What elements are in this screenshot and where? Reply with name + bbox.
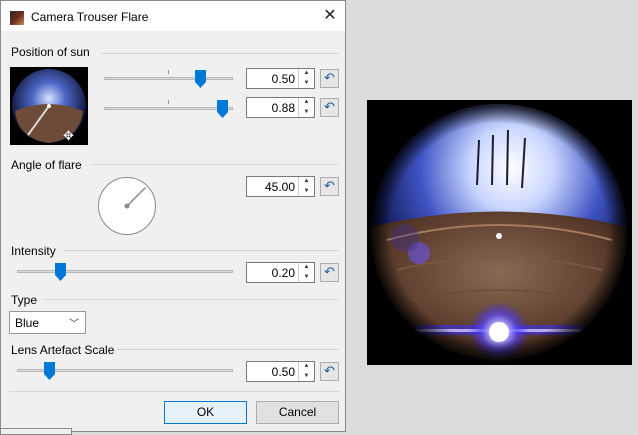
angle-reset-button[interactable]: ↶ [320,177,339,196]
sun-x-slider-thumb[interactable] [195,70,207,88]
angle-spinbox[interactable]: 45.00 ▲ ▼ [246,176,315,197]
separator [91,164,339,165]
chevron-down-icon[interactable]: ▼ [299,187,314,196]
spin-arrows: ▲ ▼ [298,69,314,88]
intensity-spinbox[interactable]: 0.20 ▲ ▼ [246,262,315,283]
lens-artefact-scale-spinbox[interactable]: 0.50 ▲ ▼ [246,361,315,382]
ok-button[interactable]: OK [164,401,247,424]
section-label-intensity: Intensity [11,244,56,258]
lens-artefact-scale-reset-button[interactable]: ↶ [320,362,339,381]
separator [117,349,339,350]
reset-icon: ↶ [324,70,335,85]
window-title: Camera Trouser Flare [31,10,149,24]
chevron-down-icon[interactable]: ▼ [299,372,314,381]
dialog-window: Camera Trouser Flare ✕ Position of sun ✥… [0,0,346,432]
slider-tick [168,70,169,74]
reset-icon: ↶ [324,178,335,193]
sun-y-spinbox[interactable]: 0.88 ▲ ▼ [246,97,315,118]
angle-dial-needle [126,187,146,207]
title-bar[interactable]: Camera Trouser Flare ✕ [1,1,345,31]
fisheye-flare-image [371,104,627,362]
cancel-button[interactable]: Cancel [256,401,339,424]
reset-icon: ↶ [324,264,335,279]
angle-dial[interactable] [98,177,156,235]
chevron-up-icon[interactable]: ▲ [299,69,314,78]
angle-value[interactable]: 45.00 [265,180,295,194]
intensity-reset-button[interactable]: ↶ [320,263,339,282]
spin-arrows: ▲ ▼ [298,263,314,282]
background-window-edge [0,428,72,435]
sun-y-slider-thumb[interactable] [217,100,229,118]
lens-artefact-scale-value[interactable]: 0.50 [272,365,295,379]
sun-y-reset-button[interactable]: ↶ [320,98,339,117]
separator [63,250,339,251]
section-label-type: Type [11,293,38,307]
spin-arrows: ▲ ▼ [298,177,314,196]
move-cursor-icon: ✥ [63,128,74,143]
intensity-slider-track[interactable] [17,270,233,273]
type-selected-value: Blue [15,316,40,330]
chevron-down-icon[interactable]: ▼ [299,108,314,117]
spin-arrows: ▲ ▼ [298,98,314,117]
chevron-up-icon[interactable]: ▲ [299,263,314,272]
section-label-angle-of-flare: Angle of flare [11,158,82,172]
chevron-up-icon[interactable]: ▲ [299,362,314,371]
reset-icon: ↶ [324,363,335,378]
spin-arrows: ▲ ▼ [298,362,314,381]
reset-icon: ↶ [324,99,335,114]
close-button[interactable]: ✕ [319,7,341,27]
chevron-up-icon[interactable]: ▲ [299,98,314,107]
close-icon: ✕ [323,7,337,24]
intensity-slider-thumb[interactable] [54,263,66,281]
chevron-down-icon: ﹀ [69,319,79,330]
app-icon [10,11,24,25]
sun-x-reset-button[interactable]: ↶ [320,69,339,88]
chevron-up-icon[interactable]: ▲ [299,177,314,186]
intensity-value[interactable]: 0.20 [272,266,295,280]
chevron-down-icon[interactable]: ▼ [299,79,314,88]
sun-x-slider-track[interactable] [104,77,233,80]
sun-position-preview[interactable]: ✥ [10,67,88,145]
section-label-position-of-sun: Position of sun [11,45,90,59]
type-dropdown[interactable]: Blue ﹀ [9,311,86,334]
canvas-preview [367,100,632,365]
separator [101,53,339,54]
sun-x-spinbox[interactable]: 0.50 ▲ ▼ [246,68,315,89]
sun-y-slider-track[interactable] [104,107,233,110]
separator [43,299,339,300]
sun-y-value[interactable]: 0.88 [272,101,295,115]
sun-x-value[interactable]: 0.50 [272,72,295,86]
separator [9,391,339,392]
chevron-down-icon[interactable]: ▼ [299,273,314,282]
section-label-lens-artefact-scale: Lens Artefact Scale [11,343,115,357]
slider-tick [168,100,169,104]
angle-dial-center [124,203,130,209]
lens-artefact-scale-slider-thumb[interactable] [43,362,55,380]
